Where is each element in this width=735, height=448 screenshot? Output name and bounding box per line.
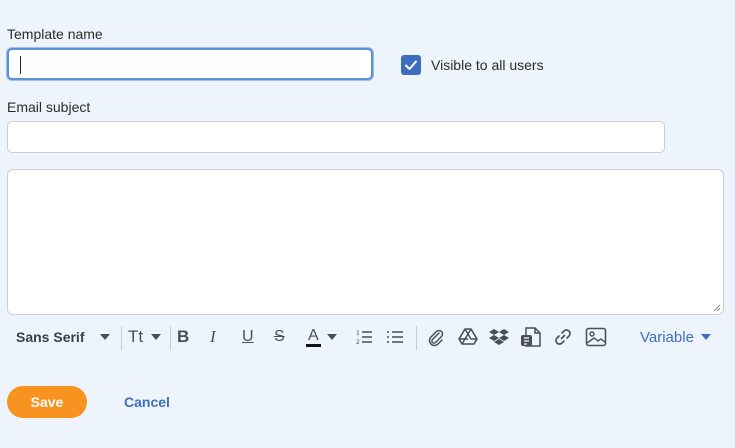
email-subject-input[interactable]	[7, 121, 665, 153]
ordered-list-icon: 1 2	[356, 330, 372, 346]
resize-grip-icon[interactable]	[713, 304, 721, 312]
google-drive-icon	[458, 328, 478, 345]
underline-icon: U	[242, 328, 254, 345]
bold-button[interactable]: B	[177, 322, 189, 352]
italic-icon: I	[210, 327, 216, 346]
variable-label: Variable	[640, 328, 694, 346]
caret-down-icon	[151, 334, 162, 340]
font-size-button[interactable]: Tt	[128, 322, 162, 352]
text-caret	[20, 56, 21, 74]
caret-down-icon	[100, 334, 111, 340]
cancel-button[interactable]: Cancel	[124, 394, 170, 410]
font-size-label: Tt	[128, 327, 144, 346]
font-family-select[interactable]: Sans Serif	[16, 322, 111, 352]
template-name-label: Template name	[7, 26, 103, 42]
bullet-list-icon	[387, 331, 403, 343]
visible-to-all-checkbox[interactable]	[401, 55, 421, 75]
font-family-value: Sans Serif	[16, 329, 85, 345]
email-body-editor[interactable]	[7, 169, 724, 315]
bullet-list-button[interactable]	[386, 322, 404, 352]
template-name-input[interactable]	[7, 48, 373, 80]
attach-button[interactable]	[426, 322, 446, 352]
strikethrough-icon: S	[274, 328, 285, 345]
link-icon	[555, 329, 571, 345]
variable-dropdown[interactable]: Variable	[640, 322, 711, 352]
svg-text:2: 2	[356, 339, 360, 346]
document-icon	[521, 327, 541, 347]
text-color-button[interactable]: A	[306, 322, 337, 352]
ordered-list-button[interactable]: 1 2	[355, 322, 373, 352]
checkmark-icon	[405, 60, 417, 70]
insert-link-button[interactable]	[553, 322, 573, 352]
formatting-toolbar: Sans Serif Tt B I U S A 1 2 Variable	[0, 322, 735, 354]
document-button[interactable]	[520, 322, 542, 352]
email-subject-label: Email subject	[7, 99, 91, 115]
paperclip-icon	[428, 329, 444, 347]
save-button[interactable]: Save	[7, 386, 87, 418]
italic-button[interactable]: I	[210, 322, 216, 352]
google-drive-button[interactable]	[458, 322, 478, 352]
caret-down-icon	[700, 334, 711, 340]
insert-image-button[interactable]	[585, 322, 607, 352]
image-icon	[585, 327, 607, 347]
visible-to-all-label: Visible to all users	[431, 57, 544, 73]
caret-down-icon	[326, 334, 337, 340]
toolbar-divider	[121, 326, 122, 350]
underline-button[interactable]: U	[242, 322, 254, 352]
svg-text:1: 1	[356, 330, 360, 337]
dropbox-icon	[489, 329, 509, 345]
toolbar-divider	[416, 326, 417, 350]
bold-icon: B	[177, 327, 190, 346]
dropbox-button[interactable]	[489, 322, 509, 352]
text-color-icon: A	[306, 327, 321, 347]
strikethrough-button[interactable]: S	[274, 322, 285, 352]
toolbar-divider	[170, 326, 171, 350]
